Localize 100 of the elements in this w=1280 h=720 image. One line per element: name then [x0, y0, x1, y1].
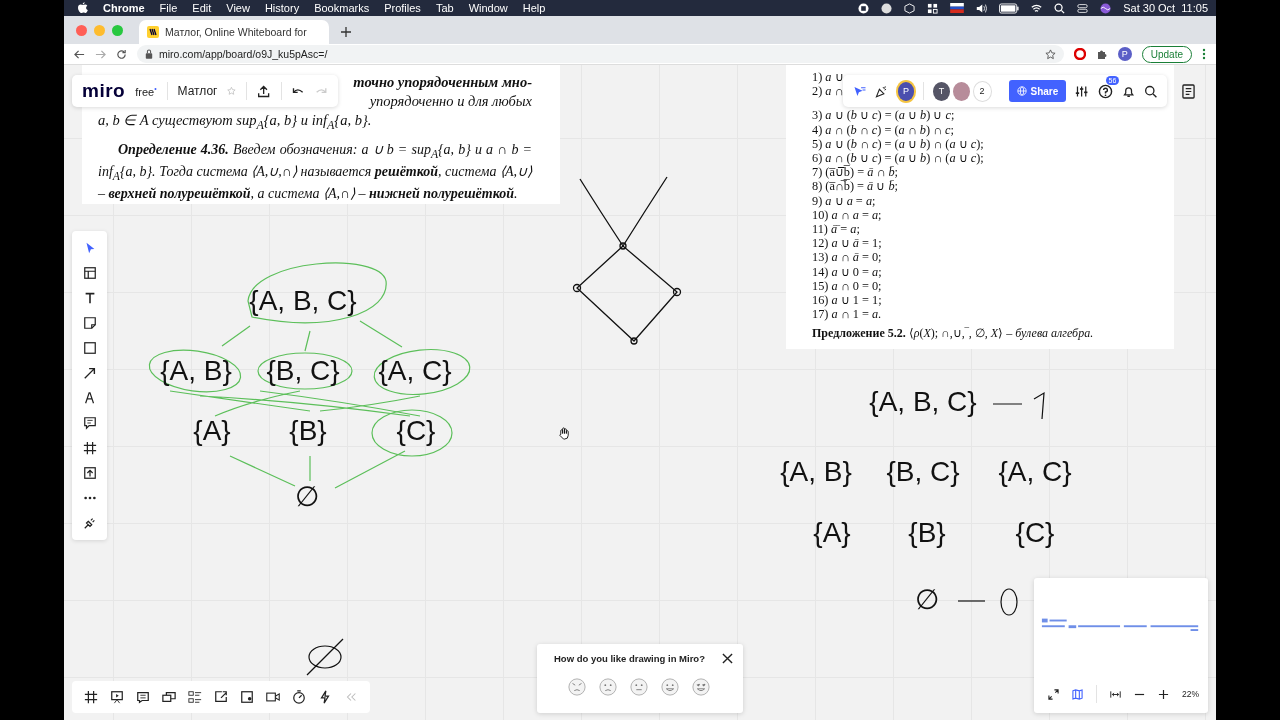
neutral-face-icon[interactable] [630, 678, 648, 696]
heart-eyes-face-icon[interactable] [692, 678, 710, 696]
pen-icon[interactable] [82, 391, 97, 405]
menu-item[interactable]: Window [468, 2, 508, 14]
set-label: {B, C} [266, 355, 340, 387]
profile-avatar[interactable]: P [1117, 47, 1132, 61]
star-icon[interactable] [227, 86, 237, 96]
user-avatar[interactable]: T [933, 81, 950, 101]
avatar-placeholder[interactable] [952, 81, 970, 101]
more-vertical-icon[interactable] [1202, 48, 1206, 60]
grid-icon[interactable] [927, 2, 939, 14]
timer-icon[interactable] [292, 690, 306, 704]
axiom-line: 12) a ∪ ā = 1; [812, 236, 883, 251]
browser-tab[interactable]: Матлог, Online Whiteboard for [139, 20, 329, 44]
menu-item[interactable]: View [226, 2, 250, 14]
opera-icon[interactable] [1073, 48, 1086, 60]
axiom-line: 5) a ∪ (b ∩ c) = (a ∪ b) ∩ (a ∪ c); [812, 136, 985, 151]
record-icon[interactable] [858, 2, 870, 14]
map-icon[interactable] [1072, 688, 1083, 700]
lightning-icon[interactable] [318, 690, 332, 704]
circle-icon[interactable] [881, 2, 893, 14]
party-popper-icon[interactable] [875, 83, 889, 99]
puzzle-icon[interactable] [1095, 48, 1108, 60]
set-label: {B} [908, 517, 946, 549]
set-label: {C} [1015, 517, 1055, 549]
axiom-line: 13) a ∩ ā = 0; [812, 250, 883, 265]
new-tab-icon[interactable] [341, 27, 351, 37]
dash-zero-drawing [955, 586, 1020, 618]
apple-icon[interactable] [78, 2, 88, 14]
set-label: {A} [813, 517, 851, 549]
board-name[interactable]: Матлог [177, 84, 218, 98]
battery-icon[interactable] [999, 2, 1020, 14]
zoom-in-icon[interactable] [1158, 688, 1169, 700]
presentation-icon[interactable] [110, 690, 124, 704]
card-icon[interactable] [240, 690, 254, 704]
menu-item[interactable]: Help [522, 2, 546, 14]
pointer-hand-icon [558, 427, 571, 440]
axiom-line: 15) a ∩ 0 = 0; [812, 278, 883, 294]
cube-icon[interactable] [904, 2, 916, 14]
collaborator-count[interactable]: 2 [972, 80, 992, 102]
menu-item[interactable]: Bookmarks [314, 2, 370, 14]
list-icon[interactable] [188, 690, 202, 704]
clock[interactable]: Sat 30 Oct 11:05 [1123, 2, 1208, 14]
volume-icon[interactable] [976, 2, 988, 14]
video-icon[interactable] [266, 690, 280, 704]
update-button[interactable]: Update [1141, 45, 1192, 63]
menu-item[interactable]: Edit [192, 2, 212, 14]
search-icon[interactable] [1054, 2, 1066, 14]
frame-icon[interactable] [82, 441, 97, 455]
axiom-line: 17) a ∩ 1 = a. [812, 307, 883, 322]
upload-icon[interactable] [257, 83, 271, 99]
axiom-line: 9) a ∪ a = a; [812, 193, 877, 208]
miro-logo[interactable]: miro [82, 80, 126, 102]
flag-icon[interactable] [950, 3, 965, 13]
wifi-icon[interactable] [1031, 2, 1043, 14]
close-icon[interactable] [722, 653, 733, 664]
square-icon[interactable] [82, 341, 97, 355]
axiom-line: 16) a ∪ 1 = 1; [812, 293, 883, 308]
share-screen-icon[interactable] [214, 690, 228, 704]
notes-icon[interactable] [1182, 84, 1195, 99]
user-avatar[interactable]: P [897, 81, 915, 101]
share-button[interactable]: Share [1008, 80, 1067, 102]
comment-icon[interactable] [82, 416, 97, 430]
cards-icon[interactable] [162, 690, 176, 704]
proposition-text: Предложение 5.2. ⟨ρ(X); ∩,∪,‾, ∅, X⟩ – булева алгебра. [812, 326, 1095, 342]
app-menu[interactable]: Chrome [103, 2, 145, 14]
feedback-question: How do you like drawing in Miro? [554, 653, 705, 664]
set-label: ∅ [915, 582, 939, 616]
reload-icon[interactable] [116, 48, 127, 60]
globe-icon [1016, 86, 1027, 96]
help-icon[interactable] [1097, 83, 1113, 99]
expand-icon[interactable] [1048, 688, 1059, 700]
comments-icon[interactable] [136, 690, 150, 704]
document-text: a, b ∈ A существуют sup$_{A}${a, b} и inf$_{A}${a, b}. [98, 111, 372, 134]
menu-item[interactable]: History [264, 2, 300, 14]
star-icon[interactable] [1044, 48, 1056, 60]
definition-paragraph: Определение 4.36. Введем обозначения: a ∪ b = sup$_{A}${a, b} и a ∩ b = inf$_{A}${a, b}. Тогда система ⟨A,∪,∩⟩ называется решёткой, система ⟨A,∪⟩ – верхней полурешёткой, а система ⟨A,∩⟩ – нижней полурешёткой. [98, 140, 532, 203]
control-center-icon[interactable] [1077, 2, 1089, 14]
crossed-empty-set-drawing [305, 637, 345, 677]
set-label: {B} [289, 415, 327, 447]
zoom-level[interactable]: 22% [1182, 689, 1199, 699]
search-icon[interactable] [1143, 83, 1158, 99]
address-field[interactable]: miro.com/app/board/o9J_ku5pAsc=/ [137, 45, 1064, 63]
upload-icon[interactable] [82, 466, 97, 480]
frame-icon[interactable] [84, 690, 98, 704]
miro-favicon-icon [147, 26, 159, 38]
plan-label[interactable]: free$^{•}$ [135, 84, 157, 98]
back-arrow-icon[interactable] [74, 48, 85, 60]
arrow-icon[interactable] [82, 366, 97, 380]
smiling-face-icon[interactable] [661, 678, 679, 696]
plug-icon[interactable] [82, 516, 97, 530]
set-label: {A, B, C} [249, 285, 357, 317]
set-label: {B, C} [886, 456, 960, 488]
menu-item[interactable]: File [159, 2, 178, 14]
menu-item[interactable]: Profiles [384, 2, 421, 14]
template-icon[interactable] [82, 266, 97, 280]
siri-icon[interactable] [1100, 2, 1112, 14]
sticky-note-icon[interactable] [82, 316, 97, 330]
menu-item[interactable]: Tab [435, 2, 454, 14]
fit-width-icon[interactable] [1110, 688, 1121, 700]
